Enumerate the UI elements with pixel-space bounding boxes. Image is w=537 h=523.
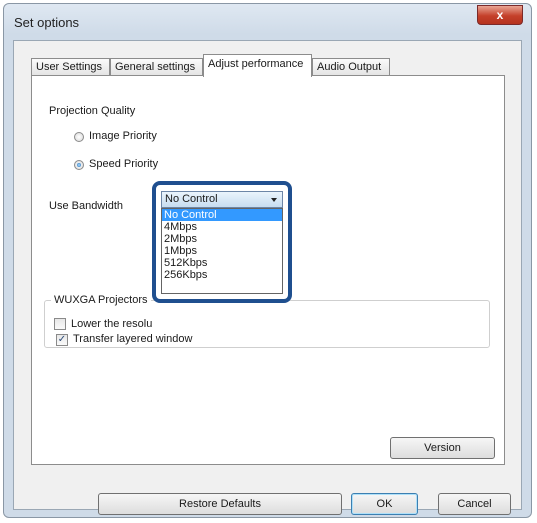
speed-priority-radio[interactable] bbox=[74, 160, 84, 170]
bandwidth-option-256kbps[interactable]: 256Kbps bbox=[162, 269, 282, 281]
restore-defaults-button[interactable]: Restore Defaults bbox=[98, 493, 342, 515]
projection-quality-label: Projection Quality bbox=[49, 105, 136, 117]
speed-priority-label[interactable]: Speed Priority bbox=[89, 158, 158, 170]
bandwidth-options-list: No Control 4Mbps 2Mbps 1Mbps 512Kbps 256… bbox=[161, 208, 283, 294]
bandwidth-option-4mbps[interactable]: 4Mbps bbox=[162, 221, 282, 233]
bandwidth-option-no-control[interactable]: No Control bbox=[162, 209, 282, 221]
bandwidth-option-1mbps[interactable]: 1Mbps bbox=[162, 245, 282, 257]
transfer-layered-window-label[interactable]: Transfer layered window bbox=[73, 333, 192, 345]
cancel-button[interactable]: Cancel bbox=[438, 493, 511, 515]
ok-button[interactable]: OK bbox=[351, 493, 418, 515]
close-button[interactable]: x bbox=[477, 5, 523, 25]
tab-user-settings[interactable]: User Settings bbox=[31, 58, 110, 76]
tab-audio-output[interactable]: Audio Output bbox=[312, 58, 390, 76]
image-priority-label[interactable]: Image Priority bbox=[89, 130, 157, 142]
use-bandwidth-label: Use Bandwidth bbox=[49, 200, 123, 212]
tab-general-settings[interactable]: General settings bbox=[110, 58, 203, 76]
bandwidth-option-512kbps[interactable]: 512Kbps bbox=[162, 257, 282, 269]
bandwidth-dropdown-callout: No Control No Control 4Mbps 2Mbps 1Mbps … bbox=[152, 181, 292, 303]
transfer-layered-window-checkbox[interactable]: ✓ bbox=[56, 334, 68, 346]
bandwidth-selected-value: No Control bbox=[165, 193, 218, 205]
tab-adjust-performance[interactable]: Adjust performance bbox=[203, 54, 312, 77]
wuxga-group-title: WUXGA Projectors bbox=[51, 294, 151, 306]
window-title: Set options bbox=[14, 15, 80, 30]
title-bar: Set options x bbox=[4, 4, 531, 40]
close-icon: x bbox=[496, 8, 504, 22]
lower-resolution-checkbox[interactable] bbox=[54, 318, 66, 330]
bandwidth-select[interactable]: No Control bbox=[161, 191, 283, 208]
image-priority-radio[interactable] bbox=[74, 132, 84, 142]
lower-resolution-label[interactable]: Lower the resolu bbox=[71, 318, 152, 330]
chevron-down-icon[interactable] bbox=[271, 198, 277, 202]
bandwidth-option-2mbps[interactable]: 2Mbps bbox=[162, 233, 282, 245]
checkmark-icon: ✓ bbox=[57, 334, 67, 345]
version-button[interactable]: Version bbox=[390, 437, 495, 459]
